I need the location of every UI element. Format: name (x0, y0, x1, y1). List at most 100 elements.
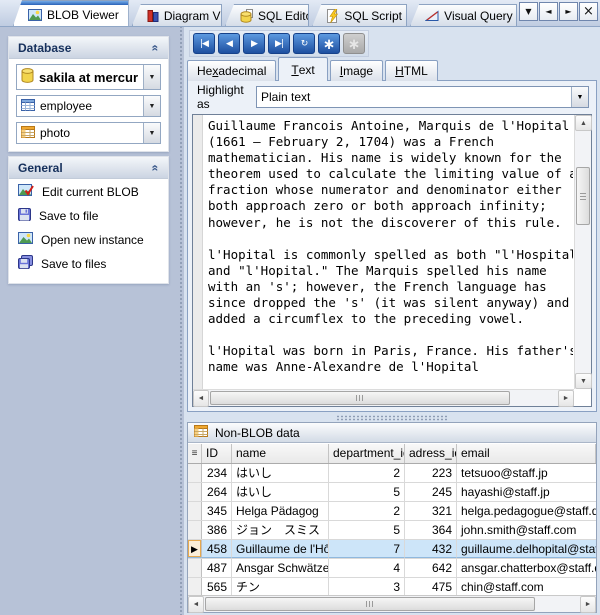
tab-image[interactable]: Image (330, 60, 383, 81)
tab-scroll-left-button[interactable]: ◄ (539, 2, 558, 21)
column-header-email[interactable]: email (457, 444, 596, 463)
link-label: Edit current BLOB (42, 185, 139, 199)
text-view-panel: Highlight as Plain text ▼ Guillaume Fran… (187, 80, 597, 412)
sql-script-icon (327, 9, 339, 23)
database-icon (21, 68, 34, 86)
tab-sql-script-editor[interactable]: SQL Script Editor (312, 4, 407, 26)
tab-label: Visual Query Builder (444, 9, 517, 23)
non-blob-grid: ≡ ID name department_id adress_id email … (188, 444, 596, 595)
table-row[interactable]: 264 はいし 5 245 hayashi@staff.jp (188, 483, 596, 502)
scroll-down-icon[interactable]: ▼ (575, 373, 592, 389)
collapse-chevron-icon[interactable]: « (149, 164, 163, 171)
table-row[interactable]: 234 はいし 2 223 tetsuoo@staff.jp (188, 464, 596, 483)
nav-next-record-button[interactable]: ▶ (243, 33, 265, 54)
row-marker-icon: ▶ (191, 540, 198, 558)
visual-query-icon (425, 10, 439, 22)
table-orange-icon (21, 126, 35, 141)
scroll-up-icon[interactable]: ▲ (575, 115, 592, 131)
dropdown-arrow-icon[interactable]: ▼ (571, 87, 588, 107)
tab-blob-viewer[interactable]: BLOB Viewer (13, 0, 129, 26)
vertical-scroll-thumb[interactable] (576, 167, 590, 225)
tab-label: SQL Editor: ... (258, 9, 309, 23)
link-label: Save to file (39, 209, 98, 223)
tab-visual-query-builder[interactable]: Visual Query Builder (410, 4, 517, 26)
collapse-chevron-icon[interactable]: « (149, 44, 163, 51)
row-selector[interactable] (188, 521, 202, 539)
scroll-right-icon[interactable]: ► (580, 596, 596, 613)
save-multi-icon (18, 255, 33, 272)
grid-corner-menu-icon[interactable]: ≡ (188, 444, 202, 463)
dropdown-arrow-icon[interactable]: ▼ (143, 96, 160, 116)
view-mode-tabs: Hexadecimal Text Image HTML (187, 57, 440, 81)
tab-list-dropdown-button[interactable]: ▼ (519, 2, 538, 21)
non-blob-data-header: Non-BLOB data (188, 423, 596, 443)
open-image-icon (18, 232, 33, 247)
text-horizontal-scrollbar[interactable]: ◄ ► (193, 389, 574, 406)
column-header-id[interactable]: ID (202, 444, 232, 463)
general-group: General « Edit current BLOB Save to file… (8, 156, 169, 284)
edit-blob-icon (18, 183, 34, 200)
blob-text-content[interactable]: Guillaume Francois Antoine, Marquis de l… (208, 118, 573, 388)
table-row[interactable]: 487 Ansgar Schwätzer 4 642 ansgar.chatte… (188, 559, 596, 578)
scroll-right-icon[interactable]: ► (558, 390, 574, 407)
tab-scroll-right-button[interactable]: ► (559, 2, 578, 21)
tab-label: SQL Script Editor (344, 9, 407, 23)
splitter-grip (336, 415, 448, 421)
dropdown-arrow-icon[interactable]: ▼ (143, 65, 160, 89)
highlight-as-select[interactable]: Plain text ▼ (256, 86, 589, 108)
dropdown-arrow-icon[interactable]: ▼ (143, 123, 160, 143)
edit-current-blob-link[interactable]: Edit current BLOB (9, 179, 168, 204)
asterisk-disabled-button: ∗ (343, 33, 365, 54)
save-to-files-link[interactable]: Save to files (9, 251, 168, 276)
row-selector-marker[interactable]: ▶ (188, 540, 202, 558)
tab-sql-editor[interactable]: SQL Editor: ... (225, 4, 309, 26)
tab-label: BLOB Viewer (47, 8, 119, 22)
scroll-left-icon[interactable]: ◄ (188, 596, 204, 613)
database-select[interactable]: sakila at mercury ▼ (16, 64, 161, 90)
database-group-header[interactable]: Database « (9, 37, 168, 59)
panel-splitter[interactable] (184, 414, 600, 422)
link-label: Save to files (41, 257, 106, 271)
column-header-name[interactable]: name (232, 444, 329, 463)
table-select-employee[interactable]: employee ▼ (16, 95, 161, 117)
grid-horizontal-scrollbar[interactable]: ◄ ► (188, 595, 596, 612)
text-vertical-scrollbar[interactable]: ▲ ▼ (574, 115, 591, 389)
tab-html[interactable]: HTML (385, 60, 438, 81)
table-row[interactable]: 345 Helga Pädagog 2 321 helga.pedagogue@… (188, 502, 596, 521)
row-selector[interactable] (188, 559, 202, 577)
refresh-button[interactable]: ↻ (293, 33, 315, 54)
table-row-selected[interactable]: ▶ 458 Guillaume de l'Hôpital 7 432 guill… (188, 540, 596, 559)
asterisk-button[interactable]: ∗ (318, 33, 340, 54)
tab-text[interactable]: Text (278, 57, 327, 81)
row-selector[interactable] (188, 502, 202, 520)
grid-header-row: ≡ ID name department_id adress_id email (188, 444, 596, 464)
general-group-header[interactable]: General « (9, 157, 168, 179)
non-blob-data-panel: Non-BLOB data ≡ ID name department_id ad… (187, 422, 597, 613)
nav-first-record-button[interactable]: |◀ (193, 33, 215, 54)
open-new-instance-link[interactable]: Open new instance (9, 228, 168, 251)
save-to-file-link[interactable]: Save to file (9, 204, 168, 228)
column-header-adress-id[interactable]: adress_id (405, 444, 457, 463)
row-selector[interactable] (188, 464, 202, 482)
column-select-photo[interactable]: photo ▼ (16, 122, 161, 144)
table-orange-icon (194, 425, 208, 440)
tab-nav-buttons: ▼ ◄ ► × (519, 2, 598, 21)
horizontal-scroll-thumb[interactable] (210, 391, 510, 405)
scroll-left-icon[interactable]: ◄ (193, 390, 209, 407)
blob-text-frame: Guillaume Francois Antoine, Marquis de l… (192, 114, 592, 407)
column-header-department-id[interactable]: department_id (329, 444, 405, 463)
nav-last-record-button[interactable]: ▶| (268, 33, 290, 54)
nav-prior-record-button[interactable]: ◀ (218, 33, 240, 54)
table-row[interactable]: 565 チン 3 475 chin@staff.com (188, 578, 596, 595)
row-selector[interactable] (188, 483, 202, 501)
horizontal-scroll-thumb[interactable] (205, 597, 535, 611)
table-select-value: employee (40, 99, 138, 113)
tab-hexadecimal[interactable]: Hexadecimal (187, 60, 276, 81)
table-row[interactable]: 386 ジョン スミス 5 364 john.smith@staff.com (188, 521, 596, 540)
tab-diagram-viewer[interactable]: Diagram Viewer (132, 4, 222, 26)
tab-close-button[interactable]: × (579, 2, 598, 21)
general-group-title: General (18, 161, 63, 175)
column-select-value: photo (40, 126, 138, 140)
picture-icon (28, 9, 42, 21)
row-selector[interactable] (188, 578, 202, 595)
